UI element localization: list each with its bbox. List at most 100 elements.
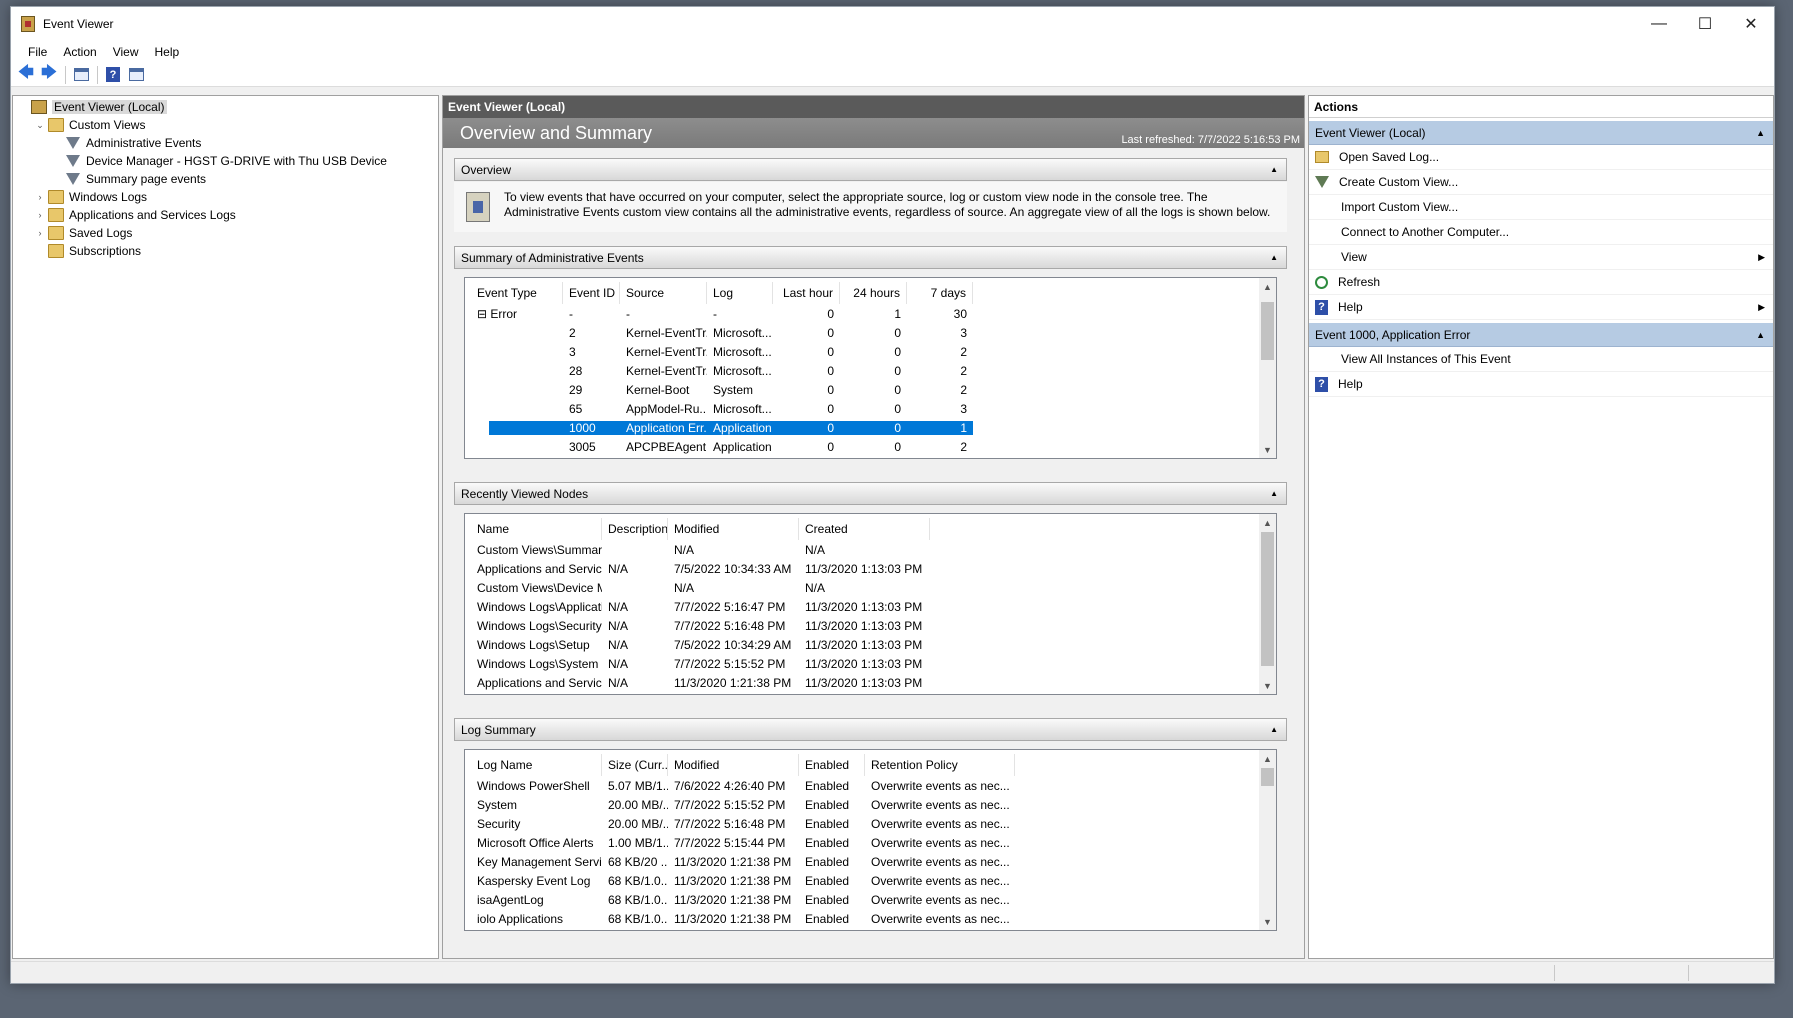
action-item[interactable]: Import Custom View...	[1309, 195, 1773, 220]
scroll-up-icon[interactable]: ▲	[1259, 514, 1276, 531]
action-item[interactable]: View All Instances of This Event	[1309, 347, 1773, 372]
collapse-group-icon[interactable]: ⊟	[477, 307, 490, 321]
overview-section-header[interactable]: Overview ▲	[454, 158, 1287, 181]
action-group-header[interactable]: Event Viewer (Local) ▲	[1309, 121, 1773, 145]
table-row[interactable]: iolo Applications 68 KB/1.0... 11/3/2020 1…	[471, 909, 1015, 928]
table-row[interactable]: 28 Kernel-EventTr... Microsoft... 0 0 2	[471, 361, 973, 380]
collapse-icon[interactable]: ▲	[1270, 725, 1278, 734]
tree-item[interactable]: Summary page events	[13, 170, 438, 188]
table-row[interactable]: Kaspersky Event Log 68 KB/1.0... 11/3/2020…	[471, 871, 1015, 890]
table-row[interactable]: isaAgentLog 68 KB/1.0... 11/3/2020 1:21:38…	[471, 890, 1015, 909]
table-row[interactable]: Windows Logs\Applicati... N/A 7/7/2022 5:1…	[471, 597, 930, 616]
table-row[interactable]: 65 AppModel-Ru... Microsoft... 0 0 3	[471, 399, 973, 418]
scroll-thumb[interactable]	[1261, 302, 1274, 360]
scroll-up-icon[interactable]: ▲	[1259, 750, 1276, 767]
summary-grid[interactable]: Event Type Event ID Source Log Last hour 24 h…	[464, 277, 1277, 459]
scroll-thumb[interactable]	[1261, 768, 1274, 786]
collapse-icon[interactable]: ▲	[1270, 253, 1278, 262]
table-row[interactable]: Applications and Service... N/A 7/5/2022 1…	[471, 559, 930, 578]
table-row[interactable]: Custom Views\Summary... N/A N/A	[471, 540, 930, 559]
table-row[interactable]: Applications and Service... N/A 11/3/2020 …	[471, 673, 930, 692]
log-summary-grid[interactable]: Log Name Size (Curr... Modified Enabled Rete…	[464, 749, 1277, 931]
minimize-button[interactable]: —	[1636, 7, 1682, 41]
column-header[interactable]: Event ID	[563, 282, 620, 304]
column-header[interactable]: 24 hours	[840, 282, 907, 304]
table-row[interactable]: 3 Kernel-EventTr... Microsoft... 0 0 2	[471, 342, 973, 361]
recent-scrollbar[interactable]: ▲ ▼	[1259, 514, 1276, 694]
table-row[interactable]: Security 20.00 MB/... 7/7/2022 5:16:48 PM E…	[471, 814, 1015, 833]
forward-arrow-icon[interactable]: 🡆	[38, 64, 60, 85]
collapse-icon[interactable]: ▲	[1756, 128, 1765, 138]
column-header[interactable]: Log Name	[471, 754, 602, 776]
tree-item[interactable]: › Saved Logs	[13, 224, 438, 242]
column-header[interactable]: Log	[707, 282, 773, 304]
table-row[interactable]: 3005 APCPBEAgent Application 0 0 2	[471, 437, 973, 456]
recent-section-header[interactable]: Recently Viewed Nodes ▲	[454, 482, 1287, 505]
tree-item[interactable]: Administrative Events	[13, 134, 438, 152]
help-button[interactable]: ?	[102, 65, 124, 85]
collapse-icon[interactable]: ▲	[1270, 489, 1278, 498]
table-row[interactable]: 29 Kernel-Boot System 0 0 2	[471, 380, 973, 399]
column-header[interactable]: Modified	[668, 518, 799, 540]
table-row[interactable]: Windows Logs\Security N/A 7/7/2022 5:16:48…	[471, 616, 930, 635]
menu-file[interactable]: File	[20, 45, 55, 59]
menu-action[interactable]: Action	[55, 45, 104, 59]
summary-scrollbar[interactable]: ▲ ▼	[1259, 278, 1276, 458]
column-header[interactable]: Enabled	[799, 754, 865, 776]
table-row[interactable]: ⊟ Error - - -0 1 30	[471, 304, 973, 323]
close-button[interactable]: ✕	[1728, 7, 1774, 41]
collapse-icon[interactable]: ▲	[1270, 165, 1278, 174]
column-header[interactable]: Retention Policy	[865, 754, 1015, 776]
action-item[interactable]: ? Help ▶	[1309, 295, 1773, 320]
summary-section-header[interactable]: Summary of Administrative Events ▲	[454, 246, 1287, 269]
column-header[interactable]: Name	[471, 518, 602, 540]
column-header[interactable]: Last hour	[773, 282, 840, 304]
tree-item[interactable]: › Windows Logs	[13, 188, 438, 206]
table-row[interactable]: Windows PowerShell 5.07 MB/1... 7/6/2022 4…	[471, 776, 1015, 795]
table-row[interactable]: Windows Logs\System N/A 7/7/2022 5:15:52 P…	[471, 654, 930, 673]
tree-item[interactable]: Device Manager - HGST G-DRIVE with Thu U…	[13, 152, 438, 170]
tree-item[interactable]: Subscriptions	[13, 242, 438, 260]
show-hide-action-pane-button[interactable]	[125, 65, 147, 85]
scroll-thumb[interactable]	[1261, 532, 1274, 666]
column-header[interactable]: Size (Curr...	[602, 754, 668, 776]
table-row[interactable]: Key Management Service 68 KB/20 ... 11/3/2…	[471, 852, 1015, 871]
recent-grid[interactable]: Name Description Modified Created Custom Vie…	[464, 513, 1277, 695]
table-row[interactable]: Microsoft Office Alerts 1.00 MB/1... 7/7/2…	[471, 833, 1015, 852]
action-item[interactable]: View ▶	[1309, 245, 1773, 270]
scroll-down-icon[interactable]: ▼	[1259, 441, 1276, 458]
column-header[interactable]: 7 days	[907, 282, 973, 304]
table-row[interactable]: 2 Kernel-EventTr... Microsoft... 0 0 3	[471, 323, 973, 342]
scroll-down-icon[interactable]: ▼	[1259, 913, 1276, 930]
chevron-right-icon[interactable]: ›	[34, 228, 46, 238]
table-row[interactable]: 1000 Application Err... Application 0 0 1	[471, 418, 973, 437]
column-header[interactable]: Event Type	[471, 282, 563, 304]
column-header[interactable]: Source	[620, 282, 707, 304]
table-row[interactable]: Windows Logs\Setup N/A 7/5/2022 10:34:29 A…	[471, 635, 930, 654]
collapse-icon[interactable]: ▲	[1756, 330, 1765, 340]
action-group-header[interactable]: Event 1000, Application Error ▲	[1309, 323, 1773, 347]
scroll-down-icon[interactable]: ▼	[1259, 677, 1276, 694]
chevron-right-icon[interactable]: ›	[34, 210, 46, 220]
scroll-up-icon[interactable]: ▲	[1259, 278, 1276, 295]
action-item[interactable]: Refresh	[1309, 270, 1773, 295]
back-arrow-icon[interactable]: 🡄	[15, 64, 37, 85]
chevron-right-icon[interactable]: ›	[34, 192, 46, 202]
action-item[interactable]: Connect to Another Computer...	[1309, 220, 1773, 245]
column-header[interactable]: Description	[602, 518, 668, 540]
table-row[interactable]: Custom Views\Device M... N/A N/A	[471, 578, 930, 597]
menu-view[interactable]: View	[105, 45, 147, 59]
tree-item[interactable]: › Applications and Services Logs	[13, 206, 438, 224]
chevron-down-icon[interactable]: ⌄	[34, 120, 46, 131]
tree-item[interactable]: Event Viewer (Local)	[13, 98, 438, 116]
action-item[interactable]: Create Custom View...	[1309, 170, 1773, 195]
table-row[interactable]: System 20.00 MB/... 7/7/2022 5:15:52 PM Ena…	[471, 795, 1015, 814]
log-summary-section-header[interactable]: Log Summary ▲	[454, 718, 1287, 741]
column-header[interactable]: Modified	[668, 754, 799, 776]
menu-help[interactable]: Help	[147, 45, 188, 59]
maximize-button[interactable]: ☐	[1682, 7, 1728, 41]
column-header[interactable]: Created	[799, 518, 930, 540]
show-hide-console-tree-button[interactable]	[70, 65, 92, 85]
tree-item[interactable]: ⌄ Custom Views	[13, 116, 438, 134]
action-item[interactable]: Open Saved Log...	[1309, 145, 1773, 170]
